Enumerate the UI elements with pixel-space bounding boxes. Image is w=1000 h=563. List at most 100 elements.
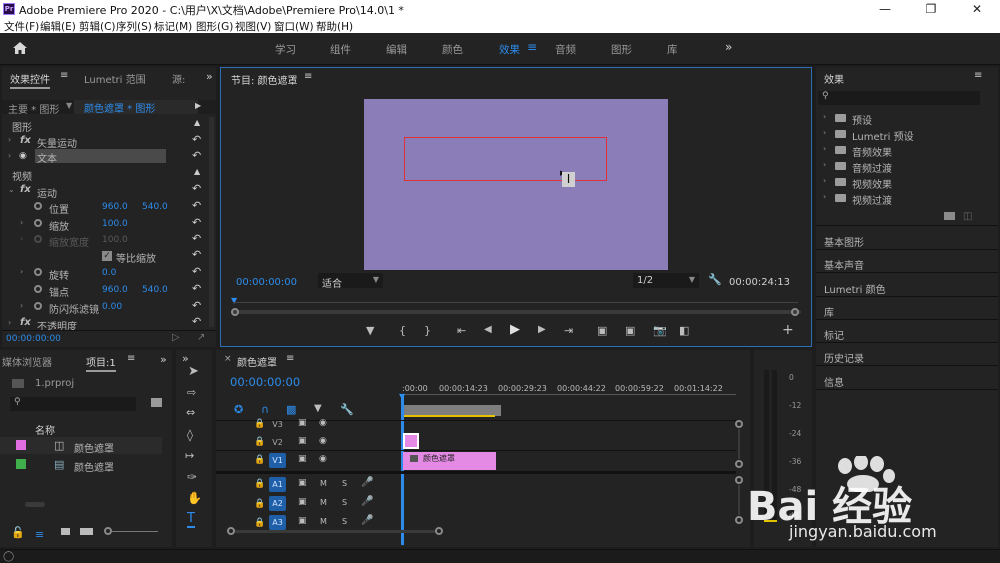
panel-menu-icon[interactable]: ≡ xyxy=(974,70,982,81)
snap-icon[interactable]: ∩ xyxy=(261,403,269,416)
vertical-scrollbar[interactable] xyxy=(738,429,740,459)
workspace-assembly[interactable]: 组件 xyxy=(330,42,351,57)
effects-item-video-transitions[interactable]: 视频过渡 xyxy=(852,192,892,207)
panel-lumetri-color[interactable]: Lumetri 颜色 xyxy=(824,281,886,296)
dropdown-arrow-icon[interactable]: ▼ xyxy=(66,101,72,110)
stopwatch-icon[interactable] xyxy=(34,219,42,227)
new-bin-icon[interactable] xyxy=(151,398,162,407)
menu-clip[interactable]: 剪辑(C) xyxy=(79,19,116,34)
lift-icon[interactable]: ▣ xyxy=(597,324,607,337)
microphone-icon[interactable]: 🎤 xyxy=(361,496,373,507)
panel-libraries[interactable]: 库 xyxy=(824,304,834,319)
uniform-scale-checkbox[interactable]: ✓ xyxy=(102,251,112,261)
scrollbar[interactable] xyxy=(209,117,214,327)
eye-icon[interactable]: ◉ xyxy=(319,436,327,446)
panel-info[interactable]: 信息 xyxy=(824,374,844,389)
reset-icon[interactable]: ↶ xyxy=(192,199,201,212)
panel-menu-icon[interactable]: ≡ xyxy=(127,353,135,364)
hand-tool-icon[interactable]: ✋ xyxy=(187,491,202,505)
workspace-effects[interactable]: 效果 xyxy=(499,42,520,57)
zoom-scrollbar[interactable] xyxy=(231,310,801,314)
mute-button[interactable]: M xyxy=(320,498,327,507)
time-ruler[interactable] xyxy=(402,394,736,399)
workspace-libraries[interactable]: 库 xyxy=(667,42,678,57)
type-tool-icon[interactable]: T xyxy=(187,511,195,528)
wrench-icon[interactable]: 🔧 xyxy=(708,273,722,286)
effect-controls-timecode[interactable]: 00:00:00:00 xyxy=(6,334,61,344)
list-view-icon[interactable]: ≡ xyxy=(35,528,44,541)
fx-icon[interactable]: fx xyxy=(20,317,31,328)
anchor-x-value[interactable]: 960.0 xyxy=(102,285,128,295)
tab-lumetri-scopes[interactable]: Lumetri 范围 xyxy=(84,71,146,86)
microphone-icon[interactable]: 🎤 xyxy=(361,477,373,488)
expand-chevron-icon[interactable]: › xyxy=(8,135,11,144)
track-label-v3[interactable]: V3 xyxy=(269,417,286,432)
nest-toggle-icon[interactable]: ✪ xyxy=(234,403,243,416)
program-frame[interactable]: ▶ I xyxy=(364,99,668,270)
position-x-value[interactable]: 960.0 xyxy=(102,202,128,212)
collapse-icon[interactable]: ▲ xyxy=(194,118,200,127)
eye-icon[interactable]: ◉ xyxy=(19,151,27,161)
horizontal-scrollbar[interactable] xyxy=(235,530,435,533)
timeline-settings-icon[interactable]: 🔧 xyxy=(340,403,354,416)
position-y-value[interactable]: 540.0 xyxy=(142,202,168,212)
mark-out-icon[interactable]: } xyxy=(424,324,431,337)
reset-icon[interactable]: ↶ xyxy=(192,133,201,146)
toggle-sync-icon[interactable]: ▣ xyxy=(298,516,307,526)
expand-chevron-icon[interactable]: › xyxy=(20,218,23,227)
lock-icon[interactable]: 🔒 xyxy=(254,455,265,465)
expand-chevron-icon[interactable]: › xyxy=(823,112,826,121)
expand-chevron-icon[interactable]: › xyxy=(823,128,826,137)
collapse-icon[interactable]: ▲ xyxy=(194,167,200,176)
panel-menu-icon[interactable]: ≡ xyxy=(286,353,294,364)
project-search-input[interactable] xyxy=(10,397,136,411)
slip-tool-icon[interactable]: ↦ xyxy=(185,449,194,462)
expand-chevron-icon[interactable]: › xyxy=(823,192,826,201)
toggle-sync-icon[interactable]: ▣ xyxy=(298,436,307,446)
fx-icon[interactable]: fx xyxy=(20,135,31,146)
workspace-editing[interactable]: 编辑 xyxy=(386,42,407,57)
fit-dropdown[interactable]: 适合 ▼ xyxy=(318,273,383,290)
effects-item-lumetri-presets[interactable]: Lumetri 预设 xyxy=(852,128,914,143)
solo-button[interactable]: S xyxy=(342,517,347,526)
solo-button[interactable]: S xyxy=(342,498,347,507)
vertical-scroll-handle[interactable] xyxy=(735,420,743,428)
solo-button[interactable]: S xyxy=(342,479,347,488)
reset-icon[interactable]: ↶ xyxy=(192,216,201,229)
text-layer-label[interactable]: 文本 xyxy=(35,149,166,165)
menu-sequence[interactable]: 序列(S) xyxy=(116,19,152,34)
resolution-dropdown[interactable]: 1/2 ▼ xyxy=(633,273,699,288)
rotation-value[interactable]: 0.0 xyxy=(102,268,116,278)
scale-value[interactable]: 100.0 xyxy=(102,219,128,229)
reset-icon[interactable]: ↶ xyxy=(192,299,201,312)
expand-chevron-icon[interactable]: › xyxy=(823,176,826,185)
expand-chevron-icon[interactable]: ⌄ xyxy=(8,185,15,194)
effects-item-audio-effects[interactable]: 音频效果 xyxy=(852,144,892,159)
playhead-marker[interactable]: ▼ xyxy=(231,296,237,305)
workspace-color[interactable]: 颜色 xyxy=(442,42,463,57)
expand-chevron-icon[interactable]: › xyxy=(8,151,11,160)
horizontal-scroll-handle[interactable] xyxy=(435,527,443,535)
reset-icon[interactable]: ↶ xyxy=(192,315,201,328)
track-select-icon[interactable]: ⇨ xyxy=(187,386,196,399)
sequence-clip-label[interactable]: 颜色遮罩 * 图形 xyxy=(74,100,198,115)
menu-help[interactable]: 帮助(H) xyxy=(316,19,353,34)
reset-icon[interactable]: ↶ xyxy=(192,282,201,295)
lock-icon[interactable]: 🔓 xyxy=(11,526,25,539)
expand-chevron-icon[interactable]: › xyxy=(20,267,23,276)
reset-icon[interactable]: ↶ xyxy=(192,149,201,162)
lock-icon[interactable]: 🔒 xyxy=(254,479,265,489)
list-item[interactable]: ◫ 颜色遮罩 xyxy=(0,437,162,455)
tab-effect-controls[interactable]: 效果控件 xyxy=(10,71,50,89)
pen-tool-icon[interactable]: ✑ xyxy=(187,470,197,484)
expand-chevron-icon[interactable]: › xyxy=(823,160,826,169)
home-icon[interactable] xyxy=(12,41,28,55)
tab-source[interactable]: 源: xyxy=(172,71,185,86)
v2-clip[interactable] xyxy=(403,433,419,449)
selection-tool-icon[interactable]: ➤ xyxy=(188,364,199,379)
expand-chevron-icon[interactable]: › xyxy=(823,144,826,153)
add-marker-icon[interactable]: ▼ xyxy=(314,403,322,414)
play-arrow-icon[interactable]: ▶ xyxy=(195,101,201,110)
toggle-sync-icon[interactable]: ▣ xyxy=(298,418,307,428)
panel-menu-icon[interactable]: ≡ xyxy=(304,71,312,82)
